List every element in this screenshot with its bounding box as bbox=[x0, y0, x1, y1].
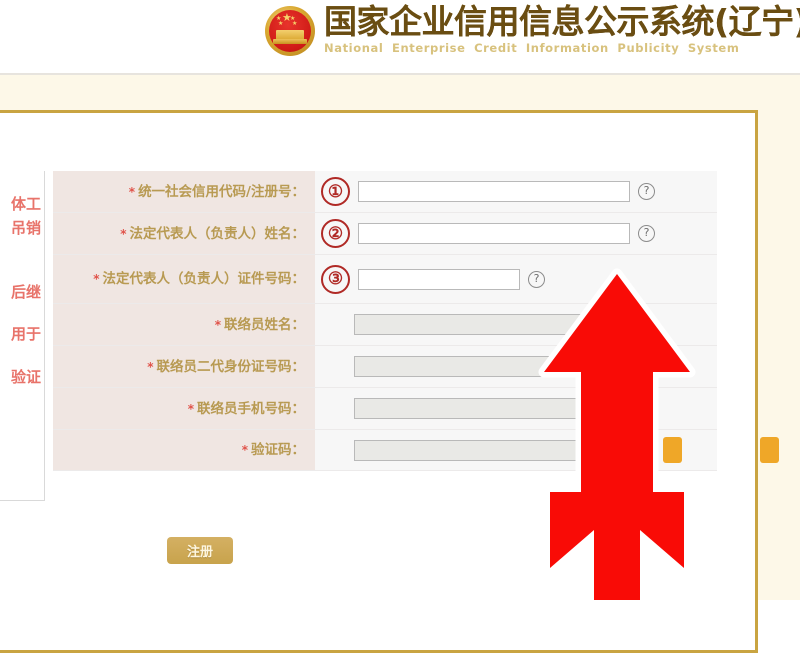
help-icon[interactable]: ? bbox=[638, 225, 655, 242]
control-legal-rep-name: ② ? bbox=[315, 213, 717, 254]
content-panel: 体工 吊销 后继 用于 验证 * 统一社会信用代码/注册号： ① ? * 法定代… bbox=[0, 110, 779, 653]
captcha-refresh-icon[interactable] bbox=[760, 437, 779, 463]
required-star: * bbox=[214, 317, 221, 332]
required-star: * bbox=[93, 272, 100, 286]
notice-line-3: 用于 bbox=[10, 325, 41, 343]
form-row-captcha: * 验证码： ? bbox=[53, 430, 779, 471]
label-text: 联络员二代身份证号码： bbox=[156, 358, 306, 375]
legal-rep-id-input[interactable] bbox=[358, 268, 520, 290]
emblem-star-2: ★ bbox=[278, 21, 284, 27]
china-national-emblem-icon: ★ ★ ★ ★ ★ bbox=[262, 3, 318, 59]
register-button[interactable]: 注册 bbox=[167, 537, 233, 564]
form-row-credit-code: * 统一社会信用代码/注册号： ① ? bbox=[53, 171, 717, 213]
form-row-contact-id: * 联络员二代身份证号码： ? bbox=[53, 346, 717, 388]
emblem-gate bbox=[273, 30, 307, 44]
control-captcha: ? bbox=[315, 430, 779, 470]
label-contact-id: * 联络员二代身份证号码： bbox=[53, 346, 315, 387]
label-text: 验证码： bbox=[251, 442, 305, 458]
captcha-image[interactable] bbox=[663, 437, 682, 463]
required-star: * bbox=[187, 401, 194, 416]
label-text: 联络员姓名： bbox=[224, 316, 305, 333]
form-row-legal-rep-name: * 法定代表人（负责人）姓名： ② ? bbox=[53, 213, 717, 255]
legal-rep-name-input[interactable] bbox=[358, 223, 630, 244]
label-text: 统一社会信用代码/注册号： bbox=[138, 183, 305, 200]
help-icon[interactable]: ? bbox=[634, 400, 651, 417]
captcha-input[interactable] bbox=[354, 439, 626, 461]
required-star: * bbox=[241, 443, 248, 457]
emblem-star-4: ★ bbox=[292, 21, 298, 27]
site-title-en: National Enterprise Credit Information P… bbox=[324, 41, 740, 55]
site-title-cn: 国家企业信用信息公示系统(辽宁) bbox=[324, 4, 800, 40]
required-star: * bbox=[147, 359, 154, 374]
step-marker-1: ① bbox=[321, 177, 350, 206]
registration-form: * 统一社会信用代码/注册号： ① ? * 法定代表人（负责人）姓名： ② ? … bbox=[53, 171, 779, 471]
title-block: 国家企业信用信息公示系统(辽宁) National Enterprise Cre… bbox=[324, 2, 800, 56]
site-header: ★ ★ ★ ★ ★ 国家企业信用信息公示系统(辽宁) National Ente… bbox=[0, 0, 800, 73]
help-icon[interactable]: ? bbox=[528, 270, 545, 288]
help-icon[interactable]: ? bbox=[638, 183, 655, 200]
credit-code-input[interactable] bbox=[358, 181, 630, 202]
notice-line-4: 验证 bbox=[10, 368, 41, 386]
required-star: * bbox=[128, 184, 136, 199]
required-star: * bbox=[120, 226, 127, 241]
notice-line-2: 后继 bbox=[10, 283, 41, 301]
form-row-contact-name: * 联络员姓名： ? bbox=[53, 304, 717, 346]
label-text: 法定代表人（负责人）证件号码： bbox=[102, 271, 306, 287]
contact-name-input[interactable] bbox=[354, 314, 626, 335]
label-legal-rep-id: * 法定代表人（负责人）证件号码： bbox=[53, 255, 315, 303]
label-text: 法定代表人（负责人）姓名： bbox=[129, 225, 306, 242]
label-contact-name: * 联络员姓名： bbox=[53, 304, 315, 345]
control-contact-id: ? bbox=[315, 346, 717, 387]
step-marker-3: ③ bbox=[321, 264, 350, 294]
notice-line-1: 吊销 bbox=[10, 219, 41, 237]
label-credit-code: * 统一社会信用代码/注册号： bbox=[53, 171, 315, 212]
form-row-contact-phone: * 联络员手机号码： ? bbox=[53, 388, 717, 430]
help-icon[interactable]: ? bbox=[634, 441, 651, 459]
notice-column: 体工 吊销 后继 用于 验证 bbox=[0, 171, 45, 501]
brand-lockup: ★ ★ ★ ★ ★ 国家企业信用信息公示系统(辽宁) National Ente… bbox=[262, 2, 800, 59]
contact-id-input[interactable] bbox=[354, 356, 626, 377]
help-icon[interactable]: ? bbox=[634, 358, 651, 375]
step-marker-2: ② bbox=[321, 219, 350, 248]
form-row-legal-rep-id: * 法定代表人（负责人）证件号码： ③ ? 验证企业信息 bbox=[53, 255, 717, 304]
contact-phone-input[interactable] bbox=[354, 398, 626, 419]
control-contact-phone: ? bbox=[315, 388, 717, 429]
control-legal-rep-id: ③ ? 验证企业信息 bbox=[315, 255, 717, 303]
help-icon[interactable]: ? bbox=[634, 316, 651, 333]
control-credit-code: ① ? bbox=[315, 171, 717, 212]
label-contact-phone: * 联络员手机号码： bbox=[53, 388, 315, 429]
label-legal-rep-name: * 法定代表人（负责人）姓名： bbox=[53, 213, 315, 254]
control-contact-name: ? bbox=[315, 304, 717, 345]
label-captcha: * 验证码： bbox=[53, 430, 315, 470]
label-text: 联络员手机号码： bbox=[197, 400, 305, 417]
notice-line-0: 体工 bbox=[10, 195, 41, 213]
page-background: 体工 吊销 后继 用于 验证 * 统一社会信用代码/注册号： ① ? * 法定代… bbox=[0, 75, 800, 653]
